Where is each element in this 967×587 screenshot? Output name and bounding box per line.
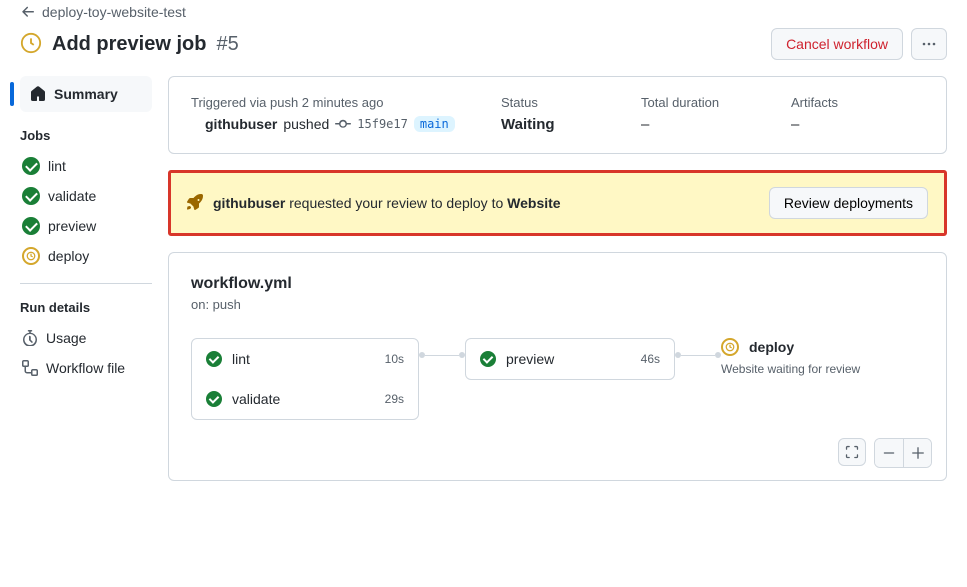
workflow-file-name: workflow.yml [191,275,924,293]
graph-job-preview[interactable]: preview 46s [466,339,674,379]
stage-box: preview 46s [465,338,675,380]
graph-job-name: validate [232,391,280,407]
banner-actor[interactable]: githubuser [213,195,285,211]
workflow-graph[interactable]: lint 10s validate 29s [191,338,924,420]
graph-job-lint[interactable]: lint 10s [192,339,418,379]
arrow-left-icon [20,4,36,20]
graph-job-deploy[interactable]: deploy Website waiting for review [721,338,860,376]
zoom-in-button[interactable] [903,439,931,467]
stage-box: lint 10s validate 29s [191,338,419,420]
sidebar-rundetails-heading: Run details [20,300,152,315]
sidebar-job-validate[interactable]: validate [20,181,152,211]
sidebar-usage-label: Usage [46,330,86,346]
graph-connector [675,338,721,372]
sidebar-workflowfile-label: Workflow file [46,360,125,376]
graph-job-name: deploy [749,339,794,355]
graph-job-time: 10s [385,352,404,366]
banner-target: Website [507,195,560,211]
commit-sha[interactable]: 15f9e17 [357,117,408,131]
cancel-workflow-button[interactable]: Cancel workflow [771,28,903,60]
commit-icon [335,116,351,132]
status-waiting-icon [20,32,42,57]
check-circle-icon [22,187,40,205]
workflow-trigger: on: push [191,297,924,312]
sidebar-job-label: lint [48,158,66,174]
workflow-graph-panel: workflow.yml on: push lint 10s [168,252,947,481]
graph-job-validate[interactable]: validate 29s [192,379,418,419]
back-link[interactable]: deploy-toy-website-test [20,4,947,20]
banner-midtext: requested your review to deploy to [289,195,503,211]
sidebar-job-label: preview [48,218,96,234]
sidebar-usage-link[interactable]: Usage [20,323,152,353]
artifacts-value: – [791,116,838,133]
check-circle-icon [206,351,222,367]
sidebar-workflowfile-link[interactable]: Workflow file [20,353,152,383]
sidebar-job-preview[interactable]: preview [20,211,152,241]
sidebar: Summary Jobs lint validate preview deplo… [20,76,152,481]
check-circle-icon [206,391,222,407]
stopwatch-icon [22,330,38,346]
fullscreen-button[interactable] [838,438,866,466]
sidebar-jobs-heading: Jobs [20,128,152,143]
rocket-icon [187,194,203,213]
clock-icon [721,338,739,356]
sidebar-job-lint[interactable]: lint [20,151,152,181]
more-actions-button[interactable] [911,28,947,60]
workflow-icon [22,360,38,376]
duration-value: – [641,116,751,133]
sidebar-divider [20,283,152,284]
run-meta-panel: Triggered via push 2 minutes ago githubu… [168,76,947,154]
sidebar-job-label: validate [48,188,96,204]
duration-label: Total duration [641,95,751,110]
clock-icon [22,247,40,265]
graph-connector [419,338,465,372]
graph-job-time: 46s [641,352,660,366]
review-deployments-button[interactable]: Review deployments [769,187,928,219]
check-circle-icon [480,351,496,367]
home-icon [30,86,46,102]
sidebar-summary-label: Summary [54,86,118,102]
sidebar-summary-tab[interactable]: Summary [20,76,152,112]
actor-name[interactable]: githubuser [205,116,277,132]
zoom-out-button[interactable] [875,439,903,467]
check-circle-icon [22,157,40,175]
branch-label[interactable]: main [414,116,455,132]
run-title: Add preview job [52,33,206,56]
graph-deploy-subtext: Website waiting for review [721,362,860,376]
pushed-word: pushed [283,116,329,132]
graph-job-name: lint [232,351,250,367]
check-circle-icon [22,217,40,235]
graph-job-name: preview [506,351,554,367]
triggered-via-label: Triggered via push 2 minutes ago [191,95,461,110]
artifacts-label: Artifacts [791,95,838,110]
sidebar-job-deploy[interactable]: deploy [20,241,152,271]
zoom-controls [838,438,932,468]
back-link-label: deploy-toy-website-test [42,4,186,20]
kebab-icon [921,36,937,52]
graph-job-time: 29s [385,392,404,406]
review-banner: githubuser requested your review to depl… [168,170,947,236]
sidebar-job-label: deploy [48,248,89,264]
status-value: Waiting [501,116,601,133]
status-label: Status [501,95,601,110]
run-number: #5 [216,33,238,56]
